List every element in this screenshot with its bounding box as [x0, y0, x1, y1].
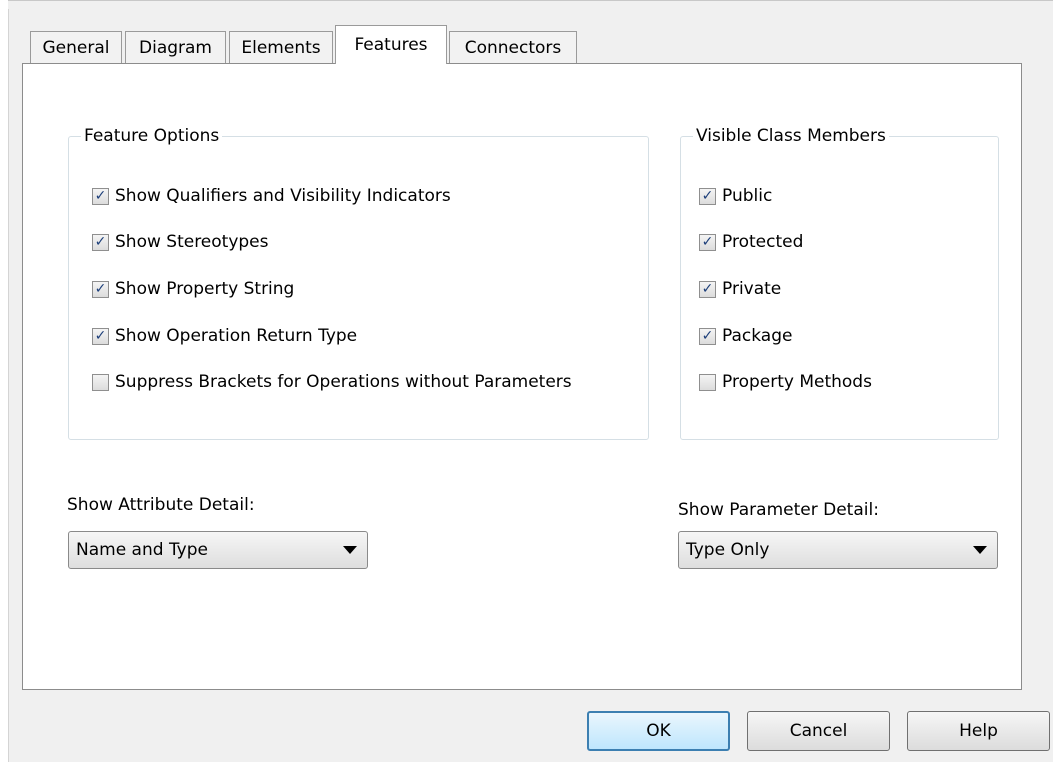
- property-methods-checkbox[interactable]: Property Methods: [699, 372, 872, 392]
- tab-connectors[interactable]: Connectors: [449, 31, 577, 63]
- show-property-string-checkbox[interactable]: ✓ Show Property String: [92, 279, 294, 299]
- checkbox-box[interactable]: ✓: [699, 280, 716, 298]
- checkbox-label: Show Qualifiers and Visibility Indicator…: [115, 186, 451, 206]
- checkbox-label: Package: [722, 326, 793, 346]
- cancel-button[interactable]: Cancel: [747, 711, 890, 751]
- tab-label: Features: [354, 35, 428, 55]
- tab-features[interactable]: Features: [335, 25, 447, 64]
- tab-diagram[interactable]: Diagram: [125, 31, 226, 63]
- help-button[interactable]: Help: [907, 711, 1050, 751]
- features-panel: Feature Options Visible Class Members ✓ …: [22, 63, 1022, 690]
- attribute-detail-value: Name and Type: [76, 540, 208, 560]
- suppress-brackets-checkbox[interactable]: Suppress Brackets for Operations without…: [92, 372, 572, 392]
- show-qualifiers-checkbox[interactable]: ✓ Show Qualifiers and Visibility Indicat…: [92, 186, 451, 206]
- public-checkbox[interactable]: ✓ Public: [699, 186, 772, 206]
- feature-options-legend: Feature Options: [84, 126, 220, 146]
- attribute-detail-select[interactable]: Name and Type: [68, 531, 368, 569]
- ok-button[interactable]: OK: [587, 711, 730, 751]
- window-top-edge: [8, 0, 1053, 9]
- checkbox-box[interactable]: ✓: [92, 280, 109, 298]
- checkbox-label: Public: [722, 186, 773, 206]
- checkbox-box[interactable]: ✓: [699, 327, 716, 345]
- checkbox-box[interactable]: ✓: [699, 187, 716, 205]
- checkbox-label: Show Operation Return Type: [115, 326, 358, 346]
- checkmark-icon: ✓: [701, 328, 714, 344]
- help-button-label: Help: [959, 721, 998, 741]
- checkbox-box[interactable]: ✓: [92, 327, 109, 345]
- tab-label: General: [42, 37, 110, 58]
- package-checkbox[interactable]: ✓ Package: [699, 326, 792, 346]
- parameter-detail-label: Show Parameter Detail:: [678, 500, 879, 520]
- tab-label: Elements: [241, 37, 321, 58]
- checkmark-icon: ✓: [701, 234, 714, 250]
- checkbox-label: Suppress Brackets for Operations without…: [115, 372, 572, 392]
- checkbox-label: Private: [722, 279, 782, 299]
- checkmark-icon: ✓: [94, 281, 107, 297]
- checkbox-label: Protected: [722, 232, 804, 252]
- private-checkbox[interactable]: ✓ Private: [699, 279, 781, 299]
- checkmark-icon: ✓: [701, 281, 714, 297]
- checkbox-box[interactable]: [699, 373, 716, 391]
- tab-label: Diagram: [139, 37, 212, 58]
- protected-checkbox[interactable]: ✓ Protected: [699, 232, 803, 252]
- ok-button-label: OK: [646, 721, 671, 741]
- parameter-detail-select[interactable]: Type Only: [678, 531, 998, 569]
- checkbox-label: Show Stereotypes: [115, 232, 269, 252]
- tab-label: Connectors: [464, 37, 562, 58]
- show-operation-return-type-checkbox[interactable]: ✓ Show Operation Return Type: [92, 326, 357, 346]
- parameter-detail-value: Type Only: [686, 540, 770, 560]
- dropdown-arrow-icon: [973, 546, 987, 554]
- checkmark-icon: ✓: [701, 188, 714, 204]
- checkmark-icon: ✓: [94, 188, 107, 204]
- cancel-button-label: Cancel: [789, 721, 848, 741]
- checkmark-icon: ✓: [94, 234, 107, 250]
- checkbox-box[interactable]: ✓: [92, 233, 109, 251]
- checkbox-label: Property Methods: [722, 372, 872, 392]
- checkmark-icon: ✓: [94, 328, 107, 344]
- tab-general[interactable]: General: [30, 31, 122, 63]
- checkbox-label: Show Property String: [115, 279, 295, 299]
- checkbox-box[interactable]: ✓: [92, 187, 109, 205]
- attribute-detail-label: Show Attribute Detail:: [67, 495, 255, 515]
- checkbox-box[interactable]: ✓: [699, 233, 716, 251]
- dropdown-arrow-icon: [343, 546, 357, 554]
- visible-class-members-legend: Visible Class Members: [696, 126, 886, 146]
- tab-elements[interactable]: Elements: [229, 31, 333, 63]
- checkbox-box[interactable]: [92, 373, 109, 391]
- window-left-edge: [0, 0, 9, 762]
- show-stereotypes-checkbox[interactable]: ✓ Show Stereotypes: [92, 232, 269, 252]
